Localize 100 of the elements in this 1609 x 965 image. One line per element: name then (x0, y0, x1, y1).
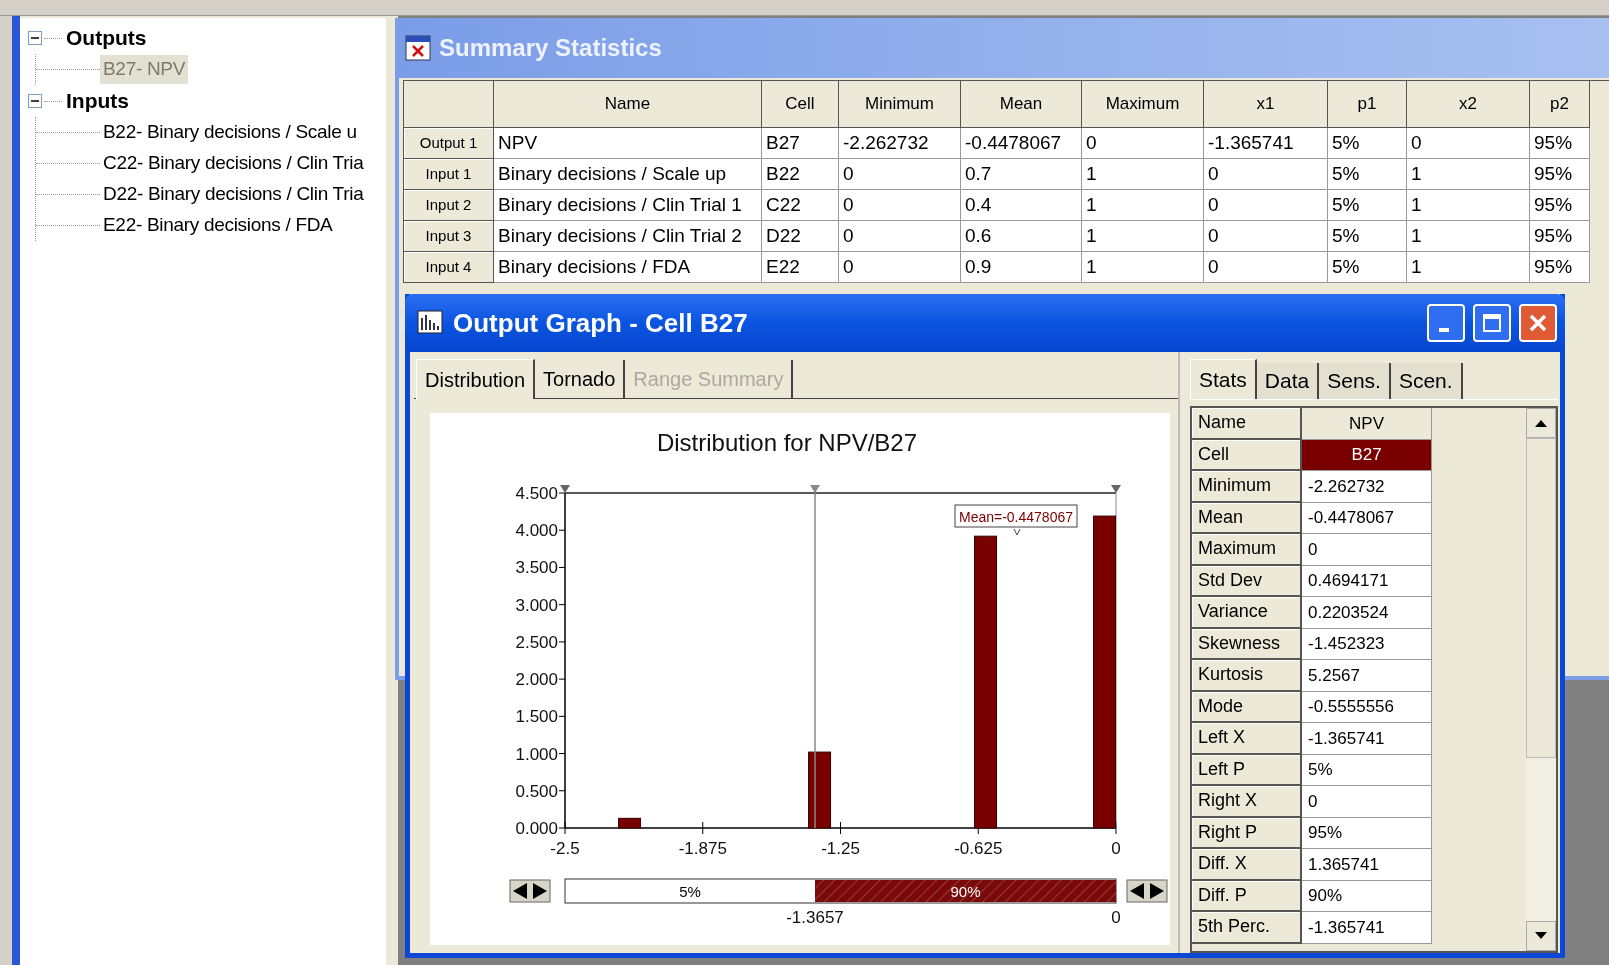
table-cell: C22 (762, 190, 839, 221)
maximize-icon (1481, 312, 1503, 334)
axis-label: 4.500 (515, 484, 558, 503)
collapse-icon[interactable] (28, 31, 42, 45)
collapse-icon[interactable] (28, 94, 42, 108)
table-cell: 0.7 (961, 159, 1082, 190)
row-header: Name (1192, 408, 1302, 440)
scroll-down-button[interactable] (1526, 921, 1556, 951)
table-cell: 0 (1204, 221, 1328, 252)
left-arrows-icon[interactable] (509, 879, 551, 903)
row-header[interactable]: Input 2 (404, 190, 494, 221)
tab[interactable]: Sens. (1319, 363, 1391, 399)
column-header[interactable]: Mean (961, 81, 1082, 128)
delimiter-marker-icon[interactable] (560, 485, 570, 493)
stat-value: NPV (1302, 408, 1432, 440)
chart-title: Distribution for NPV/B27 (656, 429, 918, 456)
stat-value: 0 (1302, 786, 1432, 818)
down-arrow-icon (1534, 932, 1548, 940)
tree-group[interactable]: Outputs (64, 22, 149, 54)
row-header[interactable]: Output 1 (404, 128, 494, 159)
stat-value: -1.452323 (1302, 628, 1432, 660)
window-title: Output Graph - Cell B27 (453, 306, 749, 340)
stat-value: 0.4694171 (1302, 565, 1432, 597)
row-header: Std Dev (1192, 565, 1302, 597)
row-header[interactable]: Input 1 (404, 159, 494, 190)
row-header: Minimum (1192, 471, 1302, 503)
tab[interactable]: Data (1256, 363, 1320, 399)
table-cell: Binary decisions / Scale up (494, 159, 762, 190)
table-cell: B27 (762, 128, 839, 159)
table-cell: 0 (1407, 128, 1530, 159)
row-header: 5th Perc. (1192, 912, 1302, 944)
corner-header[interactable] (404, 81, 494, 128)
table-cell: 5% (1328, 221, 1407, 252)
row-header: Cell (1192, 439, 1302, 471)
stat-value: 5% (1302, 754, 1432, 786)
table-cell: 0 (1204, 190, 1328, 221)
tree-item[interactable]: C22- Binary decisions / Clin Tria (100, 149, 367, 178)
tab[interactable]: Stats (1190, 359, 1257, 399)
table-cell: 0 (1204, 252, 1328, 283)
delimiter-line[interactable] (810, 485, 820, 829)
table-cell: -0.4478067 (961, 128, 1082, 159)
range-value: 0 (1111, 908, 1121, 927)
column-header[interactable]: Name (494, 81, 762, 128)
table-cell: 95% (1530, 221, 1590, 252)
table-cell: Binary decisions / FDA (494, 252, 762, 283)
table-cell: 0 (1204, 159, 1328, 190)
column-header[interactable]: p2 (1530, 81, 1590, 128)
row-header: Right P (1192, 817, 1302, 849)
column-header[interactable]: p1 (1328, 81, 1407, 128)
row-header: Diff. X (1192, 849, 1302, 881)
table-cell: 0 (839, 221, 961, 252)
window-icon (405, 35, 431, 61)
axis-label: 2.500 (515, 632, 558, 652)
stat-value: B27 (1302, 439, 1432, 471)
minimize-button[interactable] (1427, 304, 1465, 342)
table-cell: 5% (1328, 190, 1407, 221)
close-button[interactable] (1519, 304, 1557, 342)
axis-label: 4.000 (515, 521, 558, 541)
table-cell: 1 (1082, 190, 1204, 221)
row-header: Left X (1192, 723, 1302, 755)
table-cell: NPV (494, 128, 762, 159)
tree-group[interactable]: Inputs (64, 85, 131, 117)
table-cell: 95% (1530, 190, 1590, 221)
chart-icon (417, 310, 445, 336)
column-header[interactable]: Cell (762, 81, 839, 128)
tab[interactable]: Distribution (416, 359, 536, 399)
scrollbar[interactable] (1526, 408, 1556, 951)
column-header[interactable]: Maximum (1082, 81, 1204, 128)
table-cell: D22 (762, 221, 839, 252)
table-cell: 5% (1328, 252, 1407, 283)
scroll-up-button[interactable] (1526, 408, 1556, 438)
stat-value: 0 (1302, 534, 1432, 566)
tree-item[interactable]: E22- Binary decisions / FDA (100, 211, 336, 240)
row-header[interactable]: Input 3 (404, 221, 494, 252)
tree-item[interactable]: D22- Binary decisions / Clin Tria (100, 180, 367, 209)
tree-item[interactable]: B22- Binary decisions / Scale u (100, 118, 360, 147)
axis-label: -1.875 (678, 839, 727, 858)
tab[interactable]: Scen. (1390, 363, 1463, 399)
table-cell: 1 (1082, 252, 1204, 283)
annotation: Mean=-0.4478067 (958, 509, 1074, 525)
table-cell: 0 (1082, 128, 1204, 159)
scroll-thumb[interactable] (1526, 438, 1556, 758)
stat-value: 0.2203524 (1302, 597, 1432, 629)
row-header: Mean (1192, 502, 1302, 534)
maximize-button[interactable] (1473, 304, 1511, 342)
column-header[interactable]: x2 (1407, 81, 1530, 128)
stat-value: 90% (1302, 880, 1432, 912)
column-header[interactable]: x1 (1204, 81, 1328, 128)
delimiter-marker-icon[interactable] (1111, 485, 1121, 493)
table-cell: 0.6 (961, 221, 1082, 252)
right-arrows-icon[interactable] (1126, 879, 1168, 903)
axis-label: 1.500 (515, 707, 558, 727)
column-header[interactable]: Minimum (839, 81, 961, 128)
axis-label: 0 (1111, 839, 1121, 858)
row-header[interactable]: Input 4 (404, 252, 494, 283)
table-cell: 95% (1530, 159, 1590, 190)
row-header: Skewness (1192, 628, 1302, 660)
window-title: Summary Statistics (439, 33, 662, 63)
axis-label: 3.500 (515, 558, 558, 578)
axis-label: 0.500 (515, 781, 558, 801)
